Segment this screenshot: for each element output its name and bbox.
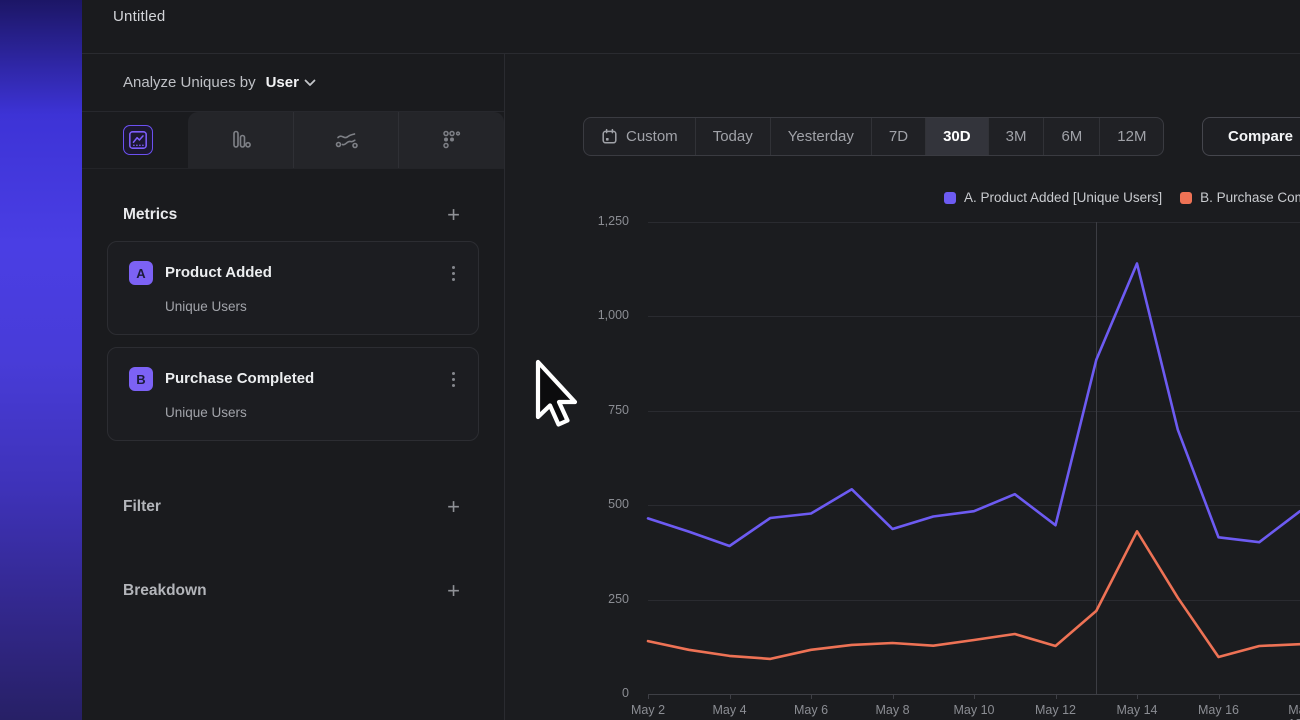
query-panel: Analyze Uniques by User xyxy=(82,54,505,720)
flow-chart-icon xyxy=(333,127,359,153)
tab-line-chart[interactable] xyxy=(123,125,153,155)
breakdown-section-header: Breakdown + xyxy=(82,581,504,601)
kebab-menu-icon[interactable] xyxy=(444,262,462,284)
line-chart-icon xyxy=(128,130,148,150)
metrics-section-header: Metrics + xyxy=(82,205,504,225)
analyze-row: Analyze Uniques by User xyxy=(82,54,504,112)
filter-title: Filter xyxy=(123,498,161,516)
filter-section-header: Filter + xyxy=(82,497,504,517)
metric-name: Purchase Completed xyxy=(165,370,314,387)
add-metric-button[interactable]: + xyxy=(447,205,460,225)
grid-dots-icon xyxy=(440,128,464,152)
metric-list: A Product Added Unique Users B Purchase Comp… xyxy=(82,241,504,441)
metric-subtitle: Unique Users xyxy=(165,299,247,314)
chart-panel: CustomTodayYesterday7D30D3M6M12M Compare… xyxy=(505,54,1300,720)
metric-card[interactable]: B Purchase Completed Unique Users xyxy=(107,347,479,441)
tab-grid-dots[interactable] xyxy=(398,112,504,168)
app-window: Untitled Analyze Uniques by User xyxy=(82,0,1300,720)
metric-badge: B xyxy=(129,367,153,391)
analyze-label: Analyze Uniques by xyxy=(123,74,256,91)
app-header: Untitled xyxy=(82,0,1300,53)
series-line-a xyxy=(648,264,1300,547)
chevron-down-icon xyxy=(304,79,316,87)
chart-type-tab-group xyxy=(188,112,504,168)
kebab-menu-icon[interactable] xyxy=(444,368,462,390)
tab-flow-chart[interactable] xyxy=(293,112,399,168)
add-filter-button[interactable]: + xyxy=(447,497,460,517)
metric-name: Product Added xyxy=(165,264,272,281)
background-gradient xyxy=(0,0,82,720)
report-title[interactable]: Untitled xyxy=(113,8,165,25)
main-layout: Analyze Uniques by User xyxy=(82,53,1300,720)
analyze-entity-value: User xyxy=(266,74,299,91)
metrics-title: Metrics xyxy=(123,206,177,224)
breakdown-title: Breakdown xyxy=(123,582,207,600)
line-chart: 02505007501,0001,250May 2May 4May 6May 8… xyxy=(505,54,1300,720)
tab-bar-chart[interactable] xyxy=(188,112,293,168)
analyze-entity-dropdown[interactable]: User xyxy=(266,74,316,91)
screen: Untitled Analyze Uniques by User xyxy=(0,0,1300,720)
bar-chart-icon xyxy=(228,128,252,152)
add-breakdown-button[interactable]: + xyxy=(447,581,460,601)
chart-type-tabs xyxy=(82,112,504,169)
metric-subtitle: Unique Users xyxy=(165,405,247,420)
metric-card[interactable]: A Product Added Unique Users xyxy=(107,241,479,335)
series-line-b xyxy=(648,531,1300,659)
chart-series xyxy=(505,54,1300,719)
metric-badge: A xyxy=(129,261,153,285)
